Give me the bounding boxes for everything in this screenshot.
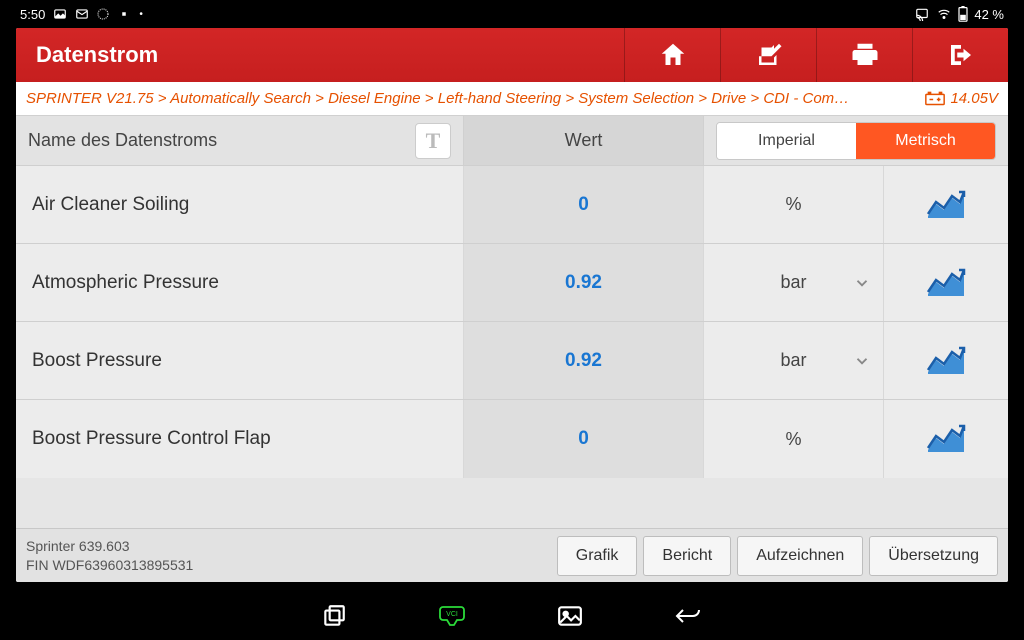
row-unit[interactable]: bar (704, 244, 884, 321)
row-value: 0 (464, 166, 704, 243)
data-rows: Air Cleaner Soiling 0 % Atmospheric Pres… (16, 166, 1008, 528)
wifi-icon (936, 7, 952, 21)
dot-icon: • (139, 9, 143, 20)
footer-bar: Sprinter 639.603 FIN WDF63960313895531 G… (16, 528, 1008, 582)
voltage-value: 14.05V (950, 90, 998, 107)
col-value-label: Wert (464, 116, 704, 165)
data-row: Atmospheric Pressure 0.92 bar (16, 244, 1008, 322)
vehicle-model: Sprinter 639.603 (26, 537, 551, 555)
image-icon (53, 7, 67, 21)
breadcrumb-bar: SPRINTER V21.75 > Automatically Search >… (16, 82, 1008, 116)
cast-icon (914, 7, 930, 21)
col-name-label: Name des Datenstroms (28, 130, 217, 151)
row-value: 0.92 (464, 322, 704, 399)
android-nav-bar: VCI (0, 596, 1024, 640)
record-button[interactable]: Aufzeichnen (737, 536, 863, 576)
back-button[interactable] (673, 604, 703, 633)
data-row: Boost Pressure 0.92 bar (16, 322, 1008, 400)
status-time: 5:50 (20, 7, 45, 22)
battery-percent: 42 % (974, 7, 1004, 22)
record-dot-icon (117, 7, 131, 21)
translate-button[interactable]: Übersetzung (869, 536, 998, 576)
recent-apps-button[interactable] (321, 603, 347, 634)
graph-button[interactable]: Grafik (557, 536, 638, 576)
row-unit: % (704, 166, 884, 243)
chart-icon (926, 190, 966, 220)
column-header-row: Name des Datenstroms T Wert Imperial Met… (16, 116, 1008, 166)
battery-icon (958, 6, 968, 22)
chart-icon (926, 346, 966, 376)
svg-text:VCI: VCI (446, 611, 458, 618)
vci-button[interactable]: VCI (437, 603, 467, 634)
android-status-bar: 5:50 • 42 % (0, 0, 1024, 28)
edit-button[interactable] (720, 28, 816, 82)
exit-button[interactable] (912, 28, 1008, 82)
row-name[interactable]: Atmospheric Pressure (16, 244, 464, 321)
data-row: Air Cleaner Soiling 0 % (16, 166, 1008, 244)
unit-metric-button[interactable]: Metrisch (856, 123, 995, 159)
bluetooth-icon (97, 7, 109, 21)
chart-icon (926, 268, 966, 298)
row-graph-button[interactable] (884, 400, 1008, 478)
text-filter-button[interactable]: T (415, 123, 451, 159)
row-name[interactable]: Boost Pressure (16, 322, 464, 399)
print-button[interactable] (816, 28, 912, 82)
report-button[interactable]: Bericht (643, 536, 731, 576)
app-header: Datenstrom (16, 28, 1008, 82)
row-graph-button[interactable] (884, 322, 1008, 399)
battery-car-icon (924, 91, 946, 107)
breadcrumb-text[interactable]: SPRINTER V21.75 > Automatically Search >… (26, 90, 918, 107)
voltage-indicator: 14.05V (924, 90, 998, 107)
vehicle-vin: FIN WDF63960313895531 (26, 556, 551, 574)
unit-imperial-button[interactable]: Imperial (717, 123, 856, 159)
row-graph-button[interactable] (884, 244, 1008, 321)
screenshot-button[interactable] (557, 605, 583, 632)
unit-toggle: Imperial Metrisch (716, 122, 996, 160)
page-title: Datenstrom (36, 42, 158, 68)
vehicle-info: Sprinter 639.603 FIN WDF63960313895531 (26, 537, 551, 573)
row-unit[interactable]: bar (704, 322, 884, 399)
mail-icon (75, 7, 89, 21)
app-window: Datenstrom SPRINTER V21.75 > Automatical… (16, 28, 1008, 582)
row-value: 0.92 (464, 244, 704, 321)
chevron-down-icon (853, 352, 871, 370)
row-name[interactable]: Boost Pressure Control Flap (16, 400, 464, 478)
row-unit: % (704, 400, 884, 478)
data-row: Boost Pressure Control Flap 0 % (16, 400, 1008, 478)
chart-icon (926, 424, 966, 454)
row-value: 0 (464, 400, 704, 478)
home-button[interactable] (624, 28, 720, 82)
chevron-down-icon (853, 274, 871, 292)
row-name[interactable]: Air Cleaner Soiling (16, 166, 464, 243)
row-graph-button[interactable] (884, 166, 1008, 243)
